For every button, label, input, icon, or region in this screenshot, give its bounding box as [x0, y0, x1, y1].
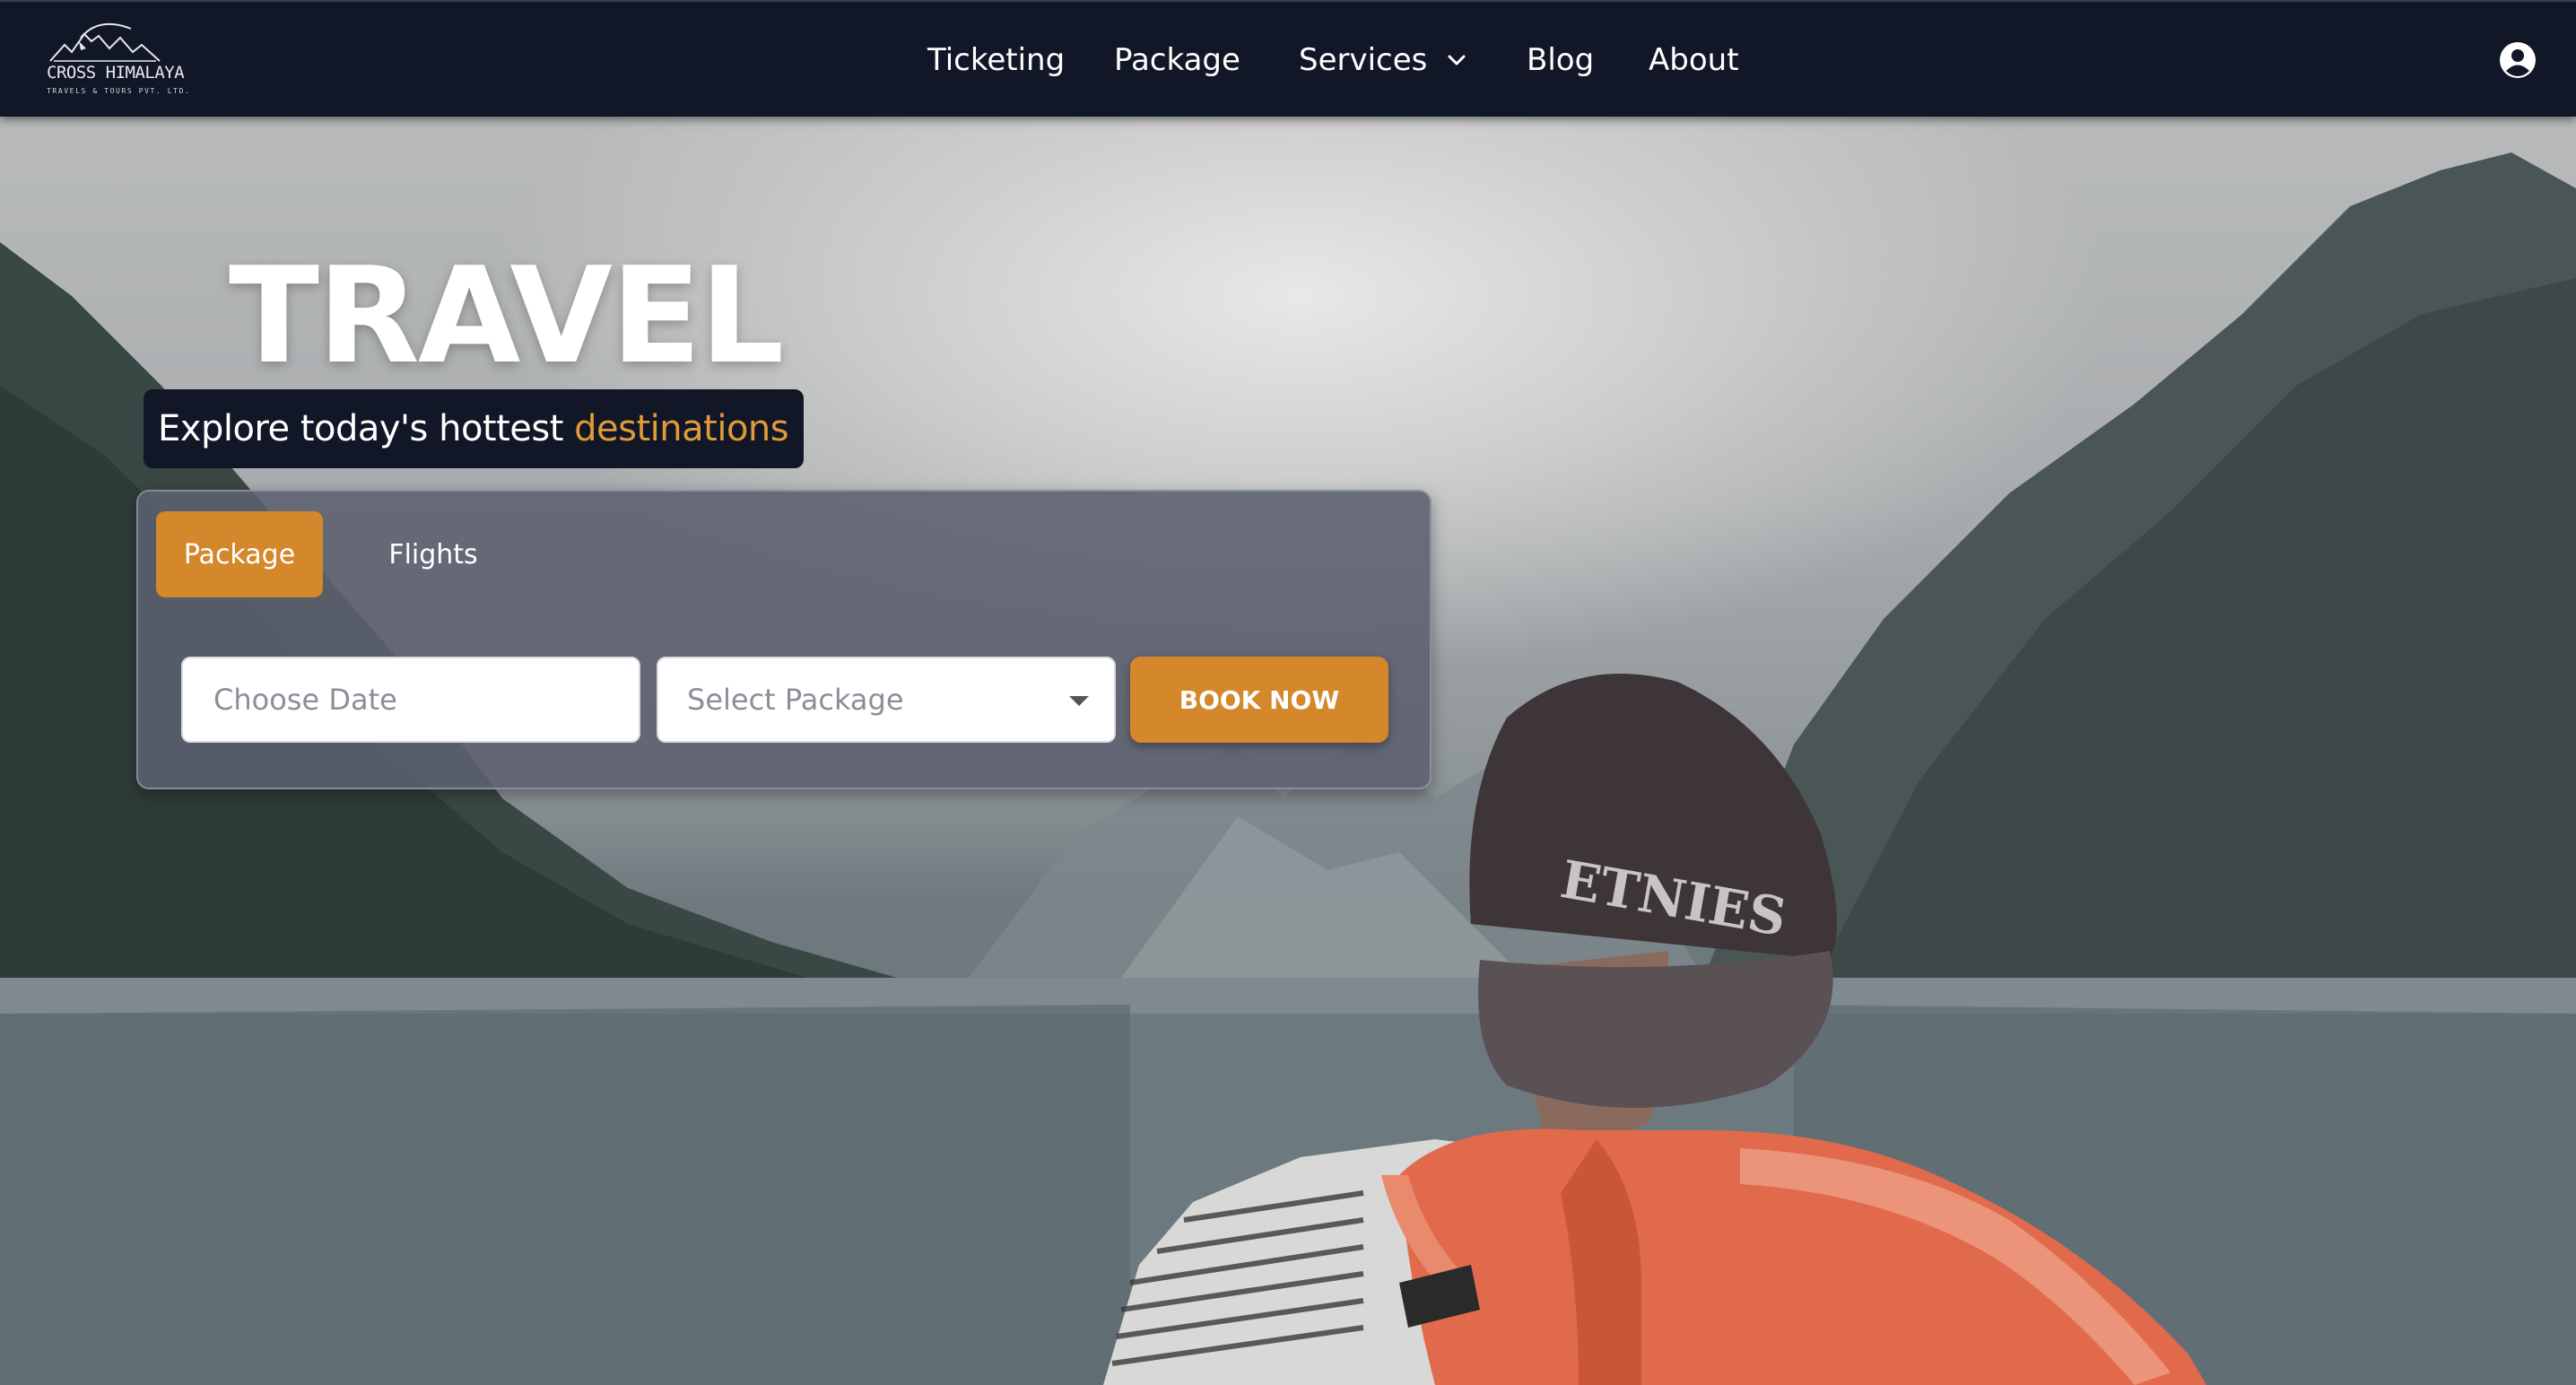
book-now-button[interactable]: BOOK NOW — [1130, 657, 1388, 743]
nav-blog[interactable]: Blog — [1527, 42, 1594, 78]
tab-package[interactable]: Package — [156, 511, 323, 597]
logo-wordmark: CROSS HIMALAYA — [47, 63, 185, 83]
top-navbar: CROSS HIMALAYA TRAVELS & TOURS PVT. LTD.… — [0, 0, 2576, 117]
tagline-accent: destinations — [574, 408, 789, 449]
user-account-icon[interactable] — [2499, 41, 2537, 79]
hero-tagline: Explore today's hottest destinations — [158, 408, 789, 449]
booking-panel: Package Flights Select Package BOOK NOW — [136, 490, 1432, 789]
select-package-dropdown[interactable]: Select Package — [657, 657, 1116, 743]
nav-services[interactable]: Services — [1299, 42, 1466, 78]
tagline-text: Explore today's hottest — [158, 408, 575, 449]
nav-about[interactable]: About — [1649, 42, 1739, 78]
nav-ticketing[interactable]: Ticketing — [927, 42, 1065, 78]
hero-headline: TRAVEL — [229, 239, 784, 393]
tagline-box: Explore today's hottest destinations — [144, 389, 804, 468]
logo-subtitle: TRAVELS & TOURS PVT. LTD. — [47, 87, 191, 95]
tab-flights[interactable]: Flights — [366, 511, 500, 597]
caret-down-icon — [1069, 696, 1089, 706]
date-field[interactable] — [181, 657, 640, 743]
select-package-value: Select Package — [687, 683, 904, 717]
hero-section: ETNIES TRAVEL Explore today's hottest de… — [0, 117, 2576, 1385]
choose-date-input[interactable] — [212, 682, 639, 718]
nav-services-label: Services — [1299, 42, 1428, 78]
chevron-down-icon — [1448, 55, 1466, 65]
nav-package[interactable]: Package — [1114, 42, 1240, 78]
